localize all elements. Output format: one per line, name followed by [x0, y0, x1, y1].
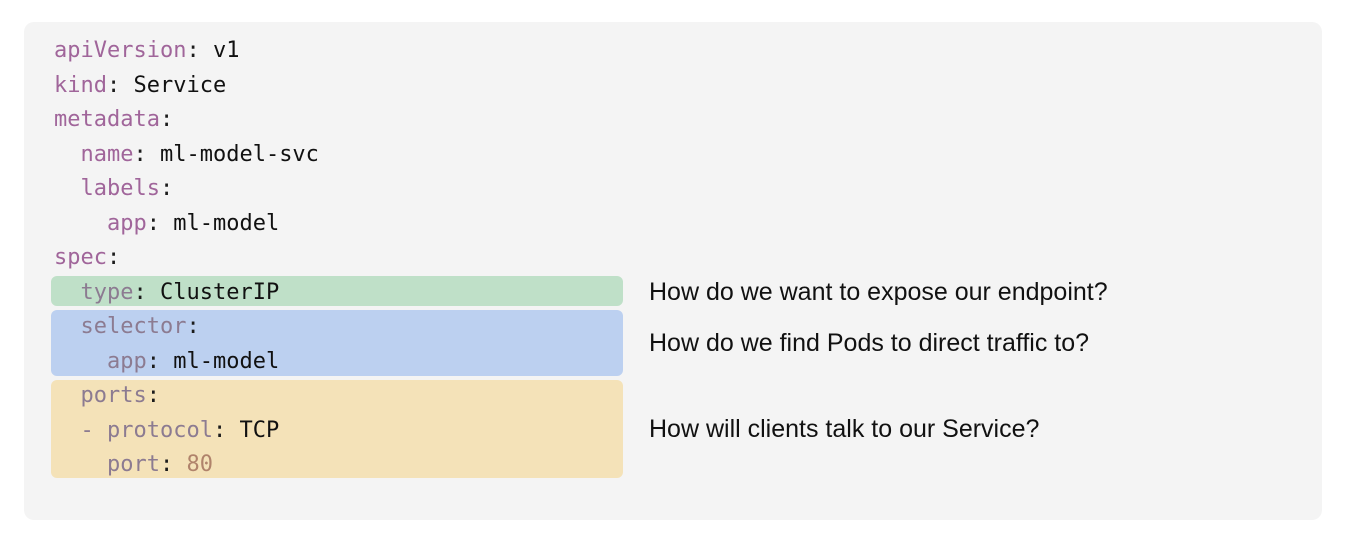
yaml-separator: :: [159, 176, 174, 201]
yaml-indent: [54, 314, 81, 339]
yaml-line-selector-app: app: ml-model: [54, 345, 319, 380]
yaml-line-metadata: metadata:: [54, 103, 319, 138]
yaml-indent: [54, 349, 107, 374]
yaml-key: selector: [80, 314, 187, 339]
yaml-line-ports: ports:: [54, 379, 319, 414]
yaml-key: protocol: [107, 417, 213, 443]
yaml-indent: [54, 211, 107, 236]
yaml-key: ports: [80, 383, 147, 408]
yaml-separator: :: [159, 107, 174, 132]
yaml-key: labels: [80, 176, 160, 201]
yaml-list-dash: -: [80, 417, 107, 443]
yaml-indent: [54, 452, 107, 477]
yaml-value: Service: [133, 72, 227, 98]
yaml-separator: :: [159, 452, 187, 477]
yaml-key: type: [80, 279, 134, 305]
yaml-line-protocol: - protocol: TCP: [54, 414, 319, 449]
yaml-key: port: [106, 452, 160, 477]
yaml-key: name: [80, 141, 134, 167]
yaml-indent: [54, 176, 81, 201]
yaml-value: ml-model-svc: [159, 141, 319, 167]
annotation-ports: How will clients talk to our Service?: [649, 415, 1040, 443]
yaml-indent: [54, 383, 81, 408]
yaml-value: ml-model: [173, 210, 280, 236]
annotation-type: How do we want to expose our endpoint?: [649, 278, 1108, 306]
yaml-key: apiVersion: [54, 38, 187, 63]
yaml-separator: :: [186, 314, 200, 339]
yaml-code-block: apiVersion: v1 kind: Service metadata: nam…: [54, 34, 319, 483]
yaml-key: app: [106, 210, 147, 236]
yaml-line-labels-app: app: ml-model: [54, 207, 319, 242]
annotation-selector: How do we find Pods to direct traffic to…: [649, 329, 1090, 357]
yaml-separator: :: [146, 383, 160, 408]
yaml-value: ml-model: [173, 348, 280, 374]
yaml-separator: :: [106, 245, 121, 270]
yaml-line-name: name: ml-model-svc: [54, 138, 319, 173]
yaml-key: spec: [54, 245, 107, 270]
yaml-value: ClusterIP: [159, 279, 280, 305]
yaml-separator: :: [146, 348, 174, 374]
yaml-indent: [54, 280, 81, 305]
yaml-separator: :: [186, 38, 213, 63]
yaml-key: kind: [54, 72, 107, 98]
yaml-line-spec: spec:: [54, 241, 319, 276]
yaml-line-selector: selector:: [54, 310, 319, 345]
yaml-line-kind: kind: Service: [54, 69, 319, 104]
yaml-line-type: type: ClusterIP: [54, 276, 319, 311]
yaml-value: v1: [212, 38, 240, 63]
yaml-value: TCP: [239, 417, 280, 443]
yaml-key: app: [106, 348, 147, 374]
yaml-separator: :: [133, 279, 160, 305]
yaml-value: 80: [186, 452, 213, 477]
yaml-line-labels: labels:: [54, 172, 319, 207]
yaml-separator: :: [133, 141, 160, 167]
yaml-separator: :: [106, 72, 134, 98]
yaml-separator: :: [212, 417, 240, 443]
yaml-indent: [54, 418, 81, 443]
yaml-indent: [54, 142, 81, 167]
yaml-line-port: port: 80: [54, 448, 319, 483]
yaml-separator: :: [146, 210, 174, 236]
yaml-key: metadata: [54, 107, 160, 132]
yaml-line-apiversion: apiVersion: v1: [54, 34, 319, 69]
